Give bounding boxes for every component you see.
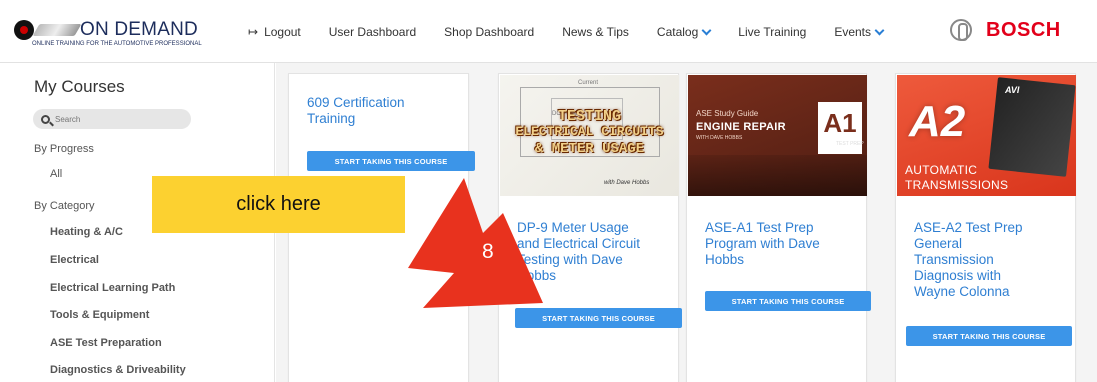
chevron-down-icon	[874, 25, 885, 35]
step-arrow-icon	[408, 178, 543, 308]
nav-user-dashboard-label: User Dashboard	[328, 25, 417, 39]
logo-swoosh-icon	[32, 24, 82, 36]
course-title-line: Wayne Colonna	[914, 284, 1010, 299]
sidebar-title: My Courses	[34, 77, 125, 96]
course-title-line: Transmission	[914, 252, 994, 267]
thumb-heading: ENGINE REPAIR	[696, 121, 786, 133]
thumb-title-line1: AUTOMATIC	[905, 163, 978, 177]
course-title-line: ASE-A2 Test Prep	[914, 220, 1023, 235]
bosch-logo[interactable]: BOSCH	[950, 16, 1061, 44]
course-title-line: General	[914, 236, 963, 251]
nav-user-dashboard[interactable]: User Dashboard	[329, 25, 416, 39]
course-title[interactable]: ASE-A1 Test Prep Program with Dave Hobbs	[705, 220, 820, 268]
thumb-author: WITH DAVE HOBBS	[696, 135, 743, 141]
start-course-button[interactable]: START TAKING THIS COURSE	[705, 291, 871, 311]
start-course-button[interactable]: START TAKING THIS COURSE	[307, 151, 475, 171]
book-cover-image	[988, 77, 1076, 177]
search-input[interactable]	[55, 114, 175, 124]
course-title-line: 609 Certification	[307, 95, 405, 110]
bosch-wordmark: BOSCH	[986, 18, 1061, 41]
nav-shop-dashboard-label: Shop Dashboard	[444, 25, 535, 39]
course-card-ase-a2: AVI A2 AUTOMATIC TRANSMISSIONS ASE-A2 Te…	[895, 73, 1076, 382]
nav-logout[interactable]: ↦ Logout	[248, 25, 301, 39]
thumb-code: A2	[909, 97, 966, 146]
category-tools-equipment[interactable]: Tools & Equipment	[50, 309, 149, 321]
thumb-author: with Dave Hobbs	[604, 180, 650, 186]
filter-by-progress[interactable]: By Progress	[34, 143, 94, 155]
course-title[interactable]: 609 Certification Training	[307, 95, 405, 127]
nav-live-training[interactable]: Live Training	[738, 25, 806, 39]
arrow-shape	[408, 178, 543, 308]
circuit-label-current: Current	[578, 80, 599, 86]
thumb-guide-label: ASE Study Guide	[696, 109, 759, 118]
click-here-callout: click here	[152, 176, 405, 233]
start-course-button[interactable]: START TAKING THIS COURSE	[906, 326, 1072, 346]
course-title-line: Training	[307, 111, 356, 126]
nav-events[interactable]: Events	[834, 25, 885, 39]
filter-by-category[interactable]: By Category	[34, 200, 95, 212]
avi-logo[interactable]: ON DEMAND ONLINE TRAINING FOR THE AUTOMO…	[14, 14, 219, 48]
nav-news-tips[interactable]: News & Tips	[562, 25, 629, 39]
nav-catalog-label: Catalog	[656, 25, 699, 39]
course-thumbnail[interactable]: AVI A2 AUTOMATIC TRANSMISSIONS	[897, 75, 1076, 196]
nav-logout-label: Logout	[264, 25, 301, 39]
nav-news-tips-label: News & Tips	[562, 25, 629, 39]
search-icon	[41, 114, 50, 124]
thumb-title-line3: & METER USAGE	[534, 141, 645, 157]
course-title[interactable]: ASE-A2 Test Prep General Transmission Di…	[914, 220, 1023, 300]
nav-shop-dashboard[interactable]: Shop Dashboard	[444, 25, 534, 39]
thumb-brand: AVI	[1005, 85, 1020, 95]
bosch-armature-icon	[950, 19, 972, 41]
nav-catalog[interactable]: Catalog	[656, 25, 712, 39]
category-heating-ac[interactable]: Heating & A/C	[50, 226, 123, 238]
course-thumbnail[interactable]: ASE Study Guide ENGINE REPAIR WITH DAVE …	[688, 75, 867, 196]
nav-live-training-label: Live Training	[738, 25, 807, 39]
top-header: ON DEMAND ONLINE TRAINING FOR THE AUTOMO…	[0, 0, 1097, 62]
logo-mark-icon	[14, 20, 34, 40]
logo-tagline: ONLINE TRAINING FOR THE AUTOMOTIVE PROFE…	[32, 41, 202, 47]
thumb-title-line2: ELECTRICAL CIRCUITS	[515, 124, 664, 139]
chevron-down-icon	[701, 25, 712, 35]
thumb-title-line1: TESTING	[557, 108, 621, 125]
step-number: 8	[482, 240, 494, 263]
start-course-button[interactable]: START TAKING THIS COURSE	[515, 308, 682, 328]
course-card-ase-a1: ASE Study Guide ENGINE REPAIR WITH DAVE …	[686, 73, 871, 382]
search-box[interactable]	[33, 109, 191, 129]
course-title-line: Hobbs	[705, 252, 745, 267]
category-ase-test-preparation[interactable]: ASE Test Preparation	[50, 337, 162, 349]
logo-text: ON DEMAND	[80, 19, 198, 40]
course-title-line: Diagnosis with	[914, 268, 1002, 283]
course-title-line: Program with Dave	[705, 236, 820, 251]
filter-progress-all[interactable]: All	[50, 168, 62, 180]
category-electrical-learning-path[interactable]: Electrical Learning Path	[50, 282, 175, 294]
logout-icon: ↦	[248, 25, 259, 39]
category-diagnostics-driveability[interactable]: Diagnostics & Driveability	[50, 364, 186, 376]
course-title-line: ASE-A1 Test Prep	[705, 220, 814, 235]
nav-events-label: Events	[834, 25, 872, 39]
main-nav: ↦ Logout User Dashboard Shop Dashboard N…	[248, 23, 911, 41]
engine-image	[688, 155, 867, 196]
category-electrical[interactable]: Electrical	[50, 254, 99, 266]
thumb-tag: TEST PREP	[836, 141, 864, 147]
thumb-title-line2: TRANSMISSIONS	[905, 178, 1009, 192]
